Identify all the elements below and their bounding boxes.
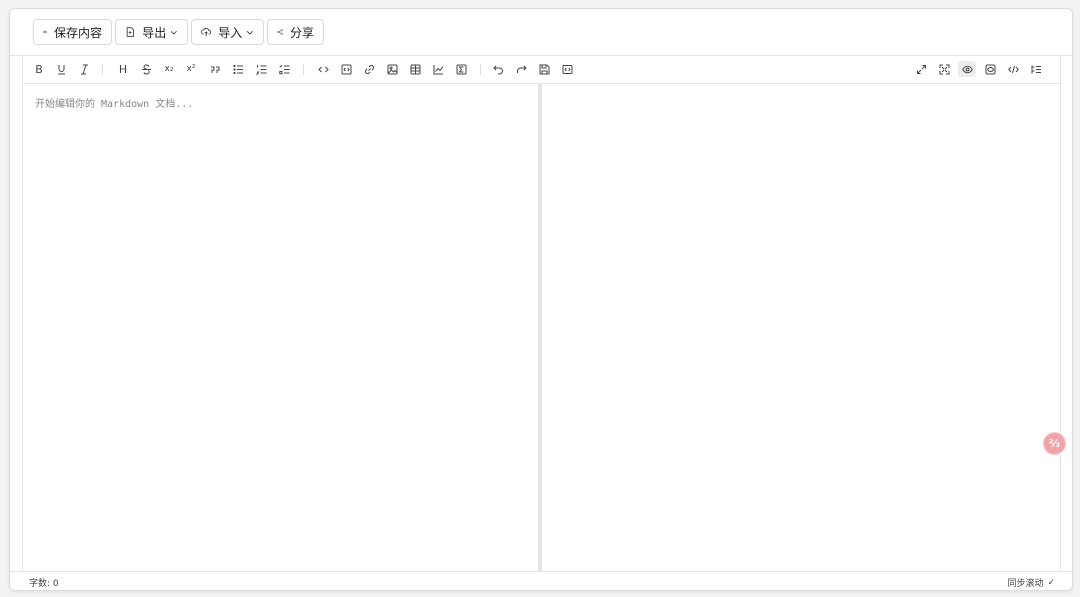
strikethrough-button[interactable] bbox=[138, 62, 154, 76]
share-button[interactable]: 分享 bbox=[267, 19, 324, 45]
bullet-list-button[interactable] bbox=[230, 62, 246, 76]
formula-button[interactable] bbox=[453, 62, 469, 76]
html-code-button[interactable] bbox=[1005, 62, 1021, 76]
share-button-label: 分享 bbox=[289, 25, 314, 40]
code-block-button[interactable] bbox=[338, 62, 354, 76]
fullscreen-icon bbox=[939, 64, 949, 74]
fullscreen-button[interactable] bbox=[913, 62, 929, 76]
sync-scroll-toggle[interactable]: 同步滚动 ✓ bbox=[1007, 576, 1055, 590]
page-fullscreen-button[interactable] bbox=[936, 62, 952, 76]
save-button[interactable]: 保存内容 bbox=[33, 19, 112, 45]
share-icon bbox=[277, 26, 283, 38]
editor-window: 保存内容 导出 导入 分享 B H x₂ x² 开始编辑你的 Markdown … bbox=[9, 8, 1073, 591]
underline-icon bbox=[57, 64, 65, 74]
cloud-upload-icon bbox=[201, 26, 212, 38]
bold-icon: B bbox=[35, 62, 43, 76]
floating-assistant-icon[interactable]: ⅔ bbox=[1044, 433, 1065, 454]
chart-button[interactable] bbox=[430, 62, 446, 76]
preview-icon bbox=[985, 64, 995, 74]
preview-only-button[interactable] bbox=[982, 62, 998, 76]
sigma-icon bbox=[456, 64, 466, 74]
html-preview-button[interactable] bbox=[559, 62, 575, 76]
table-icon bbox=[410, 64, 420, 74]
sync-scroll-label: 同步滚动 bbox=[1007, 579, 1044, 589]
export-button-label: 导出 bbox=[142, 25, 167, 40]
table-button[interactable] bbox=[407, 62, 423, 76]
link-button[interactable] bbox=[361, 62, 377, 76]
image-button[interactable] bbox=[384, 62, 400, 76]
save-doc-button[interactable] bbox=[536, 62, 552, 76]
catalog-button[interactable] bbox=[1028, 62, 1044, 76]
quote-button[interactable] bbox=[207, 62, 223, 76]
export-button[interactable]: 导出 bbox=[115, 19, 188, 45]
editor-toolbar: B H x₂ x² bbox=[23, 56, 1060, 84]
heading-icon: H bbox=[118, 62, 128, 76]
editor-placeholder: 开始编辑你的 Markdown 文档... bbox=[35, 99, 194, 110]
bullet-list-icon bbox=[232, 64, 243, 74]
image-icon bbox=[387, 64, 397, 74]
code-icon bbox=[317, 66, 329, 72]
subscript-button[interactable]: x₂ bbox=[161, 62, 177, 76]
chevron-down-icon bbox=[246, 28, 254, 37]
italic-button[interactable] bbox=[76, 62, 92, 76]
chevron-down-icon bbox=[170, 28, 178, 37]
status-bar: 字数: 0 同步滚动 ✓ bbox=[10, 571, 1072, 590]
strikethrough-icon bbox=[141, 63, 151, 75]
superscript-icon: x² bbox=[186, 64, 196, 74]
ordered-list-button[interactable] bbox=[253, 62, 269, 76]
italic-icon bbox=[80, 64, 88, 74]
undo-button[interactable] bbox=[490, 62, 506, 76]
chart-icon bbox=[433, 64, 443, 74]
expand-icon bbox=[916, 64, 926, 74]
quote-icon bbox=[210, 66, 219, 73]
subscript-icon: x₂ bbox=[164, 64, 174, 74]
toolbar-divider bbox=[480, 64, 481, 75]
link-icon bbox=[364, 64, 374, 74]
task-list-button[interactable] bbox=[276, 62, 292, 76]
code-box-icon bbox=[562, 64, 572, 74]
inline-code-button[interactable] bbox=[315, 62, 331, 76]
redo-button[interactable] bbox=[513, 62, 529, 76]
preview-toggle-button[interactable] bbox=[958, 61, 976, 77]
floating-assistant-glyph: ⅔ bbox=[1048, 437, 1061, 450]
book-icon bbox=[43, 26, 47, 38]
toolbar-divider bbox=[102, 64, 103, 75]
bold-button[interactable]: B bbox=[31, 62, 47, 76]
ordered-list-icon bbox=[255, 64, 266, 74]
file-icon bbox=[125, 26, 135, 38]
task-list-icon bbox=[278, 64, 289, 74]
undo-icon bbox=[492, 65, 503, 74]
catalog-icon bbox=[1031, 65, 1041, 73]
check-icon: ✓ bbox=[1047, 577, 1055, 588]
markdown-editor: B H x₂ x² 开始编辑你的 Markdown 文档... bbox=[22, 56, 1061, 572]
markdown-input-pane[interactable]: 开始编辑你的 Markdown 文档... bbox=[23, 84, 538, 572]
code-block-icon bbox=[341, 64, 351, 74]
save-button-label: 保存内容 bbox=[53, 25, 102, 40]
redo-icon bbox=[516, 65, 527, 73]
action-bar: 保存内容 导出 导入 分享 bbox=[10, 9, 1072, 56]
eye-icon bbox=[961, 65, 973, 73]
preview-pane bbox=[542, 84, 1060, 572]
import-button-label: 导入 bbox=[218, 25, 243, 40]
import-button[interactable]: 导入 bbox=[191, 19, 264, 45]
toolbar-divider bbox=[303, 64, 304, 75]
heading-button[interactable]: H bbox=[115, 62, 131, 76]
underline-button[interactable] bbox=[53, 62, 69, 76]
superscript-button[interactable]: x² bbox=[183, 62, 199, 76]
html-code-icon bbox=[1007, 65, 1019, 73]
save-icon bbox=[539, 64, 549, 74]
word-count: 字数: 0 bbox=[29, 579, 59, 589]
